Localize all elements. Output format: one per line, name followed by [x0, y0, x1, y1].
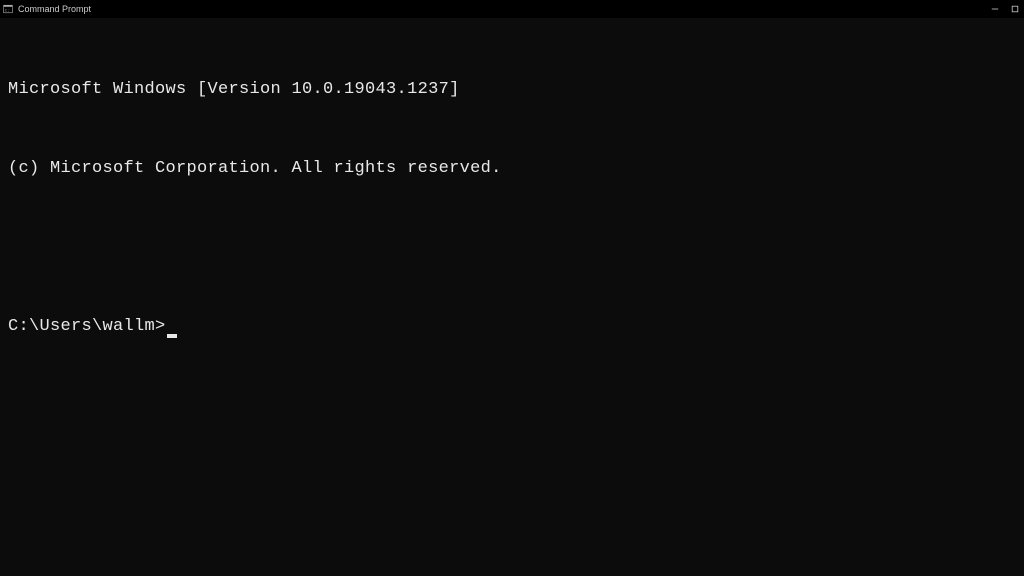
svg-text:C:: C:	[5, 9, 10, 13]
titlebar-controls	[990, 4, 1022, 14]
cmd-icon: C:	[2, 3, 14, 15]
copyright-line: (c) Microsoft Corporation. All rights re…	[8, 156, 1016, 182]
version-line: Microsoft Windows [Version 10.0.19043.12…	[8, 77, 1016, 103]
window-title: Command Prompt	[18, 4, 91, 14]
prompt-line: C:\Users\wallm>	[8, 314, 1016, 340]
maximize-button[interactable]	[1010, 4, 1020, 14]
minimize-button[interactable]	[990, 4, 1000, 14]
cursor-icon	[167, 334, 177, 338]
prompt-text: C:\Users\wallm>	[8, 314, 166, 340]
blank-line	[8, 235, 1016, 261]
titlebar-left: C: Command Prompt	[2, 3, 91, 15]
terminal-output[interactable]: Microsoft Windows [Version 10.0.19043.12…	[0, 18, 1024, 372]
window-titlebar: C: Command Prompt	[0, 0, 1024, 18]
